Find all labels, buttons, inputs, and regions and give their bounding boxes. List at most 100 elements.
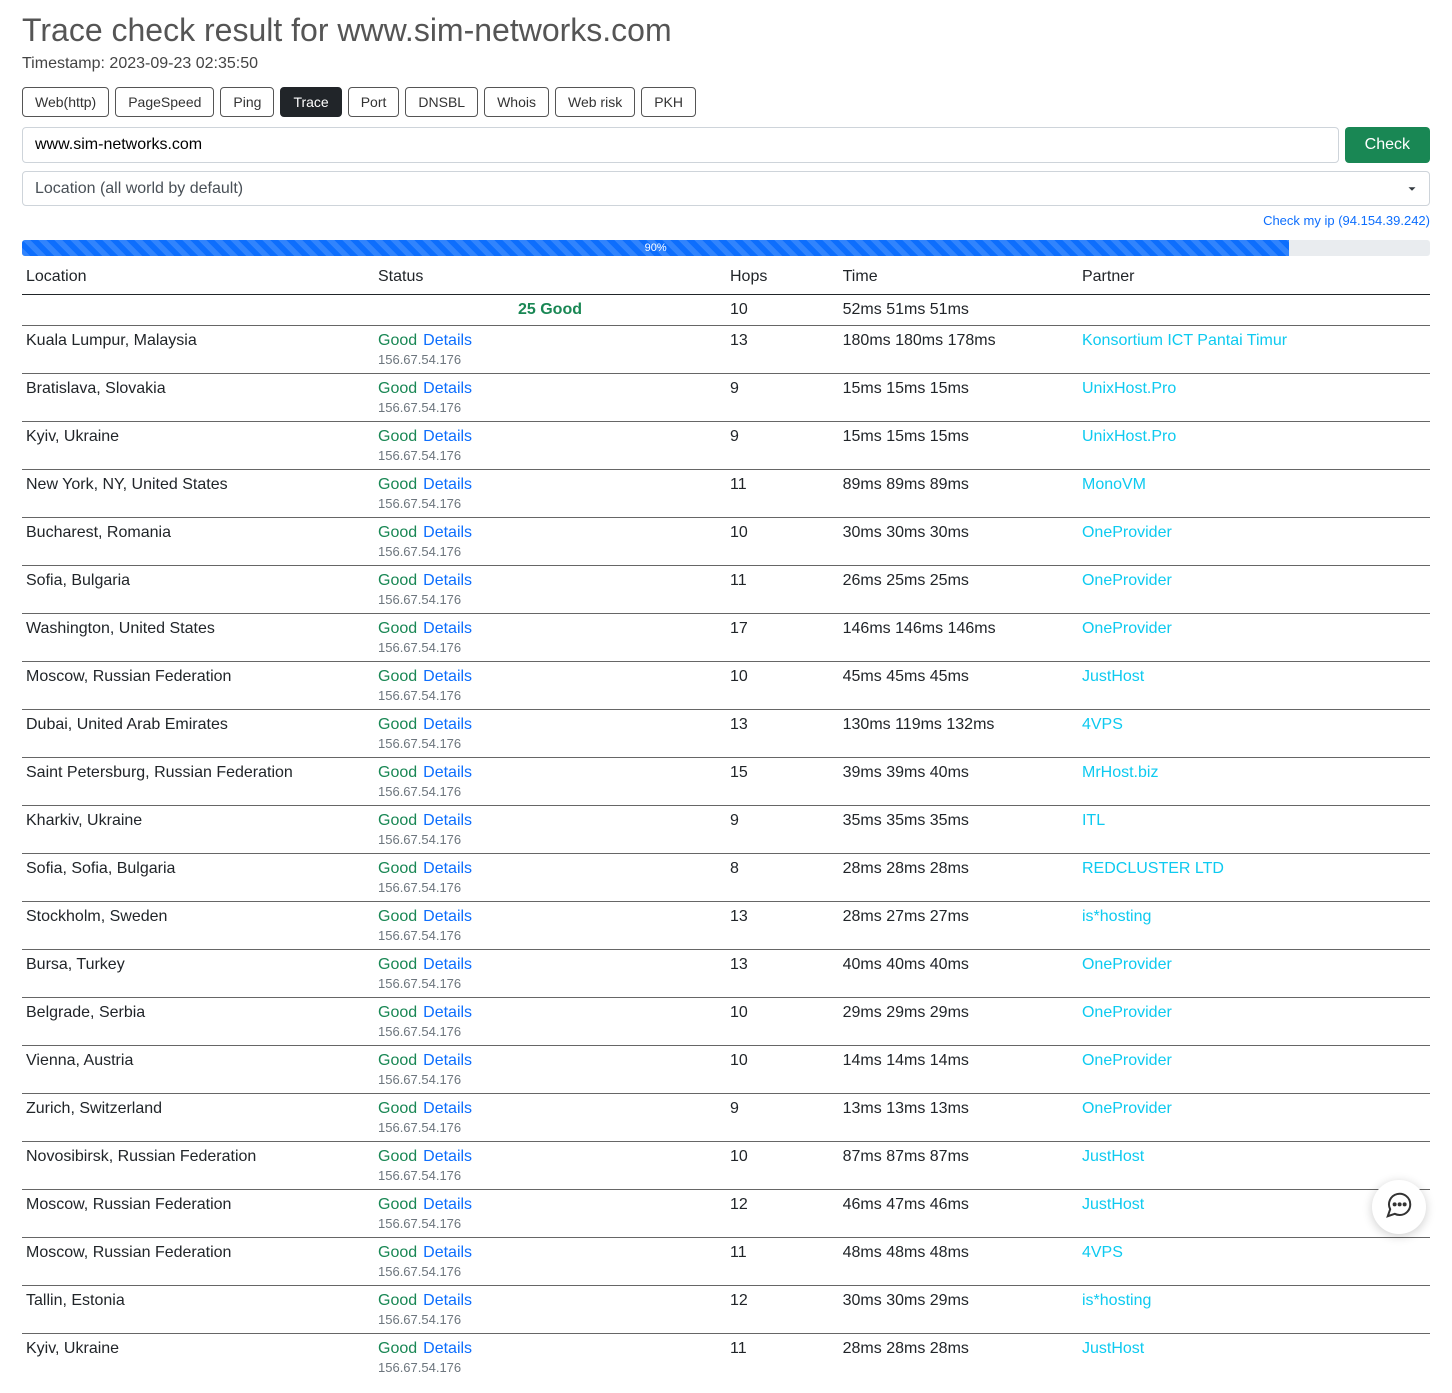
details-link[interactable]: Details — [423, 1052, 472, 1069]
partner-link[interactable]: OneProvider — [1082, 1052, 1172, 1069]
details-link[interactable]: Details — [423, 908, 472, 925]
details-link[interactable]: Details — [423, 668, 472, 685]
details-link[interactable]: Details — [423, 1244, 472, 1261]
cell-status: GoodDetails156.67.54.176 — [374, 662, 726, 710]
details-link[interactable]: Details — [423, 716, 472, 733]
table-row: New York, NY, United StatesGoodDetails15… — [22, 470, 1430, 518]
tab-web-http-[interactable]: Web(http) — [22, 87, 109, 117]
resolved-ip: 156.67.54.176 — [378, 640, 722, 655]
url-input[interactable] — [22, 127, 1339, 163]
partner-link[interactable]: Konsortium ICT Pantai Timur — [1082, 332, 1287, 349]
partner-link[interactable]: OneProvider — [1082, 620, 1172, 637]
tab-port[interactable]: Port — [348, 87, 400, 117]
details-link[interactable]: Details — [423, 428, 472, 445]
details-link[interactable]: Details — [423, 860, 472, 877]
status-good-label: Good — [378, 524, 417, 541]
details-link[interactable]: Details — [423, 476, 472, 493]
details-link[interactable]: Details — [423, 1148, 472, 1165]
details-link[interactable]: Details — [423, 380, 472, 397]
resolved-ip: 156.67.54.176 — [378, 448, 722, 463]
status-good-label: Good — [378, 380, 417, 397]
partner-link[interactable]: JustHost — [1082, 1340, 1144, 1357]
cell-time: 35ms 35ms 35ms — [839, 806, 1078, 854]
summary-row: 25 Good 10 52ms 51ms 51ms — [22, 295, 1430, 326]
partner-link[interactable]: UnixHost.Pro — [1082, 428, 1176, 445]
resolved-ip: 156.67.54.176 — [378, 736, 722, 751]
cell-time: 45ms 45ms 45ms — [839, 662, 1078, 710]
table-row: Sofia, Sofia, BulgariaGoodDetails156.67.… — [22, 854, 1430, 902]
details-link[interactable]: Details — [423, 812, 472, 829]
partner-link[interactable]: 4VPS — [1082, 1244, 1123, 1261]
cell-partner: JustHost — [1078, 1334, 1430, 1382]
details-link[interactable]: Details — [423, 1196, 472, 1213]
partner-link[interactable]: REDCLUSTER LTD — [1082, 860, 1224, 877]
chat-icon — [1384, 1190, 1414, 1225]
partner-link[interactable]: OneProvider — [1082, 524, 1172, 541]
tab-web-risk[interactable]: Web risk — [555, 87, 635, 117]
table-row: Novosibirsk, Russian FederationGoodDetai… — [22, 1142, 1430, 1190]
cell-partner: ITL — [1078, 806, 1430, 854]
cell-partner: Konsortium ICT Pantai Timur — [1078, 326, 1430, 374]
cell-location: Saint Petersburg, Russian Federation — [22, 758, 374, 806]
status-good-label: Good — [378, 1244, 417, 1261]
partner-link[interactable]: JustHost — [1082, 1196, 1144, 1213]
cell-time: 130ms 119ms 132ms — [839, 710, 1078, 758]
cell-location: Sofia, Sofia, Bulgaria — [22, 854, 374, 902]
partner-link[interactable]: is*hosting — [1082, 908, 1151, 925]
partner-link[interactable]: MrHost.biz — [1082, 764, 1158, 781]
partner-link[interactable]: 4VPS — [1082, 716, 1123, 733]
cell-partner: OneProvider — [1078, 1094, 1430, 1142]
resolved-ip: 156.67.54.176 — [378, 1312, 722, 1327]
details-link[interactable]: Details — [423, 572, 472, 589]
tab-whois[interactable]: Whois — [484, 87, 549, 117]
details-link[interactable]: Details — [423, 956, 472, 973]
details-link[interactable]: Details — [423, 1292, 472, 1309]
partner-link[interactable]: is*hosting — [1082, 1292, 1151, 1309]
resolved-ip: 156.67.54.176 — [378, 1072, 722, 1087]
details-link[interactable]: Details — [423, 1340, 472, 1357]
resolved-ip: 156.67.54.176 — [378, 400, 722, 415]
tab-pagespeed[interactable]: PageSpeed — [115, 87, 214, 117]
cell-hops: 13 — [726, 326, 839, 374]
status-good-label: Good — [378, 956, 417, 973]
cell-time: 13ms 13ms 13ms — [839, 1094, 1078, 1142]
cell-status: GoodDetails156.67.54.176 — [374, 422, 726, 470]
status-good-label: Good — [378, 332, 417, 349]
tab-pkh[interactable]: PKH — [641, 87, 696, 117]
check-button[interactable]: Check — [1345, 127, 1430, 163]
details-link[interactable]: Details — [423, 1004, 472, 1021]
cell-partner: OneProvider — [1078, 998, 1430, 1046]
tab-ping[interactable]: Ping — [220, 87, 274, 117]
partner-link[interactable]: ITL — [1082, 812, 1105, 829]
table-row: Bucharest, RomaniaGoodDetails156.67.54.1… — [22, 518, 1430, 566]
partner-link[interactable]: MonoVM — [1082, 476, 1146, 493]
partner-link[interactable]: OneProvider — [1082, 1100, 1172, 1117]
cell-status: GoodDetails156.67.54.176 — [374, 950, 726, 998]
details-link[interactable]: Details — [423, 620, 472, 637]
chat-button[interactable] — [1372, 1180, 1426, 1234]
cell-location: Kyiv, Ukraine — [22, 1334, 374, 1382]
cell-time: 39ms 39ms 40ms — [839, 758, 1078, 806]
cell-partner: MrHost.biz — [1078, 758, 1430, 806]
cell-location: Moscow, Russian Federation — [22, 1190, 374, 1238]
location-select[interactable]: Location (all world by default) — [22, 171, 1430, 206]
details-link[interactable]: Details — [423, 332, 472, 349]
partner-link[interactable]: UnixHost.Pro — [1082, 380, 1176, 397]
progress-bar: 90% — [22, 240, 1289, 256]
partner-link[interactable]: JustHost — [1082, 668, 1144, 685]
col-hops: Hops — [726, 260, 839, 295]
cell-hops: 11 — [726, 470, 839, 518]
tab-dnsbl[interactable]: DNSBL — [405, 87, 478, 117]
partner-link[interactable]: JustHost — [1082, 1148, 1144, 1165]
details-link[interactable]: Details — [423, 764, 472, 781]
partner-link[interactable]: OneProvider — [1082, 956, 1172, 973]
tab-trace[interactable]: Trace — [280, 87, 341, 117]
partner-link[interactable]: OneProvider — [1082, 1004, 1172, 1021]
cell-location: Kharkiv, Ukraine — [22, 806, 374, 854]
details-link[interactable]: Details — [423, 524, 472, 541]
table-row: Zurich, SwitzerlandGoodDetails156.67.54.… — [22, 1094, 1430, 1142]
details-link[interactable]: Details — [423, 1100, 472, 1117]
check-my-ip-link[interactable]: Check my ip (94.154.39.242) — [1263, 213, 1430, 228]
partner-link[interactable]: OneProvider — [1082, 572, 1172, 589]
status-good-label: Good — [378, 572, 417, 589]
